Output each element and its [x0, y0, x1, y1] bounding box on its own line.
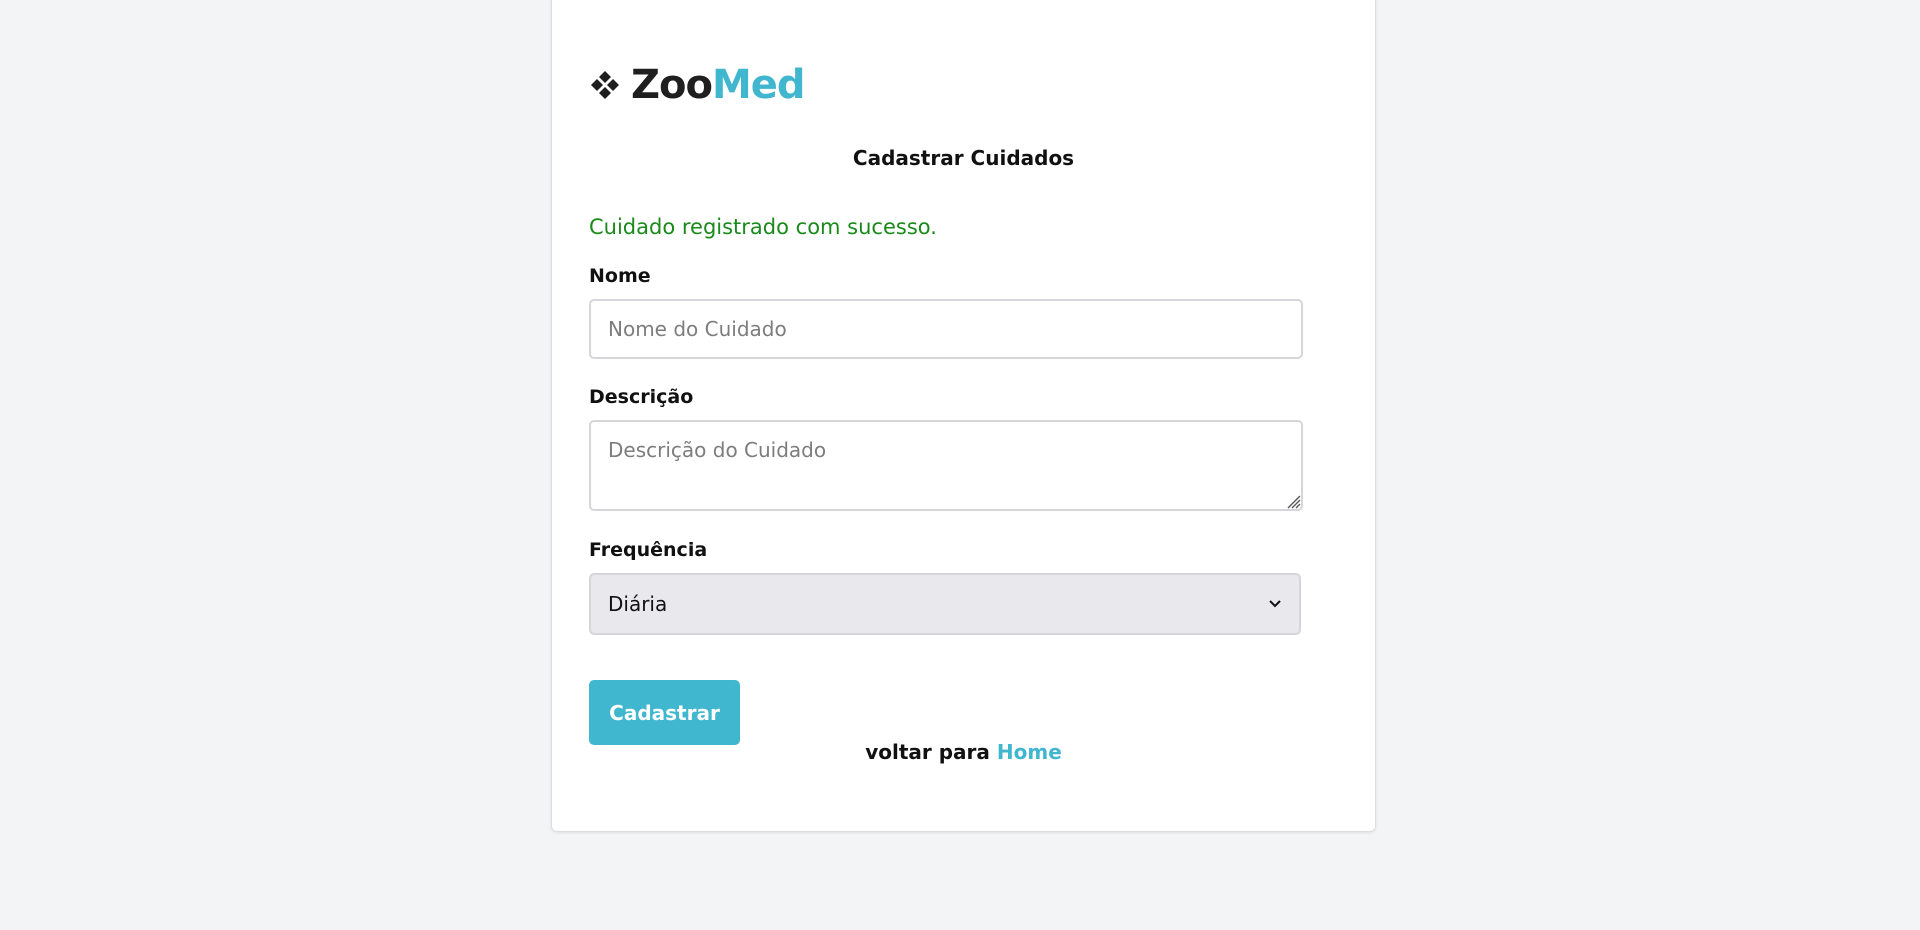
description-textarea[interactable] [589, 420, 1303, 511]
logo-text-zoo: Zoo [631, 62, 713, 108]
diamond-cluster-icon [591, 71, 619, 99]
home-link[interactable]: Home [997, 740, 1062, 764]
back-text: voltar para [865, 740, 990, 764]
frequency-label: Frequência [589, 539, 708, 561]
frequency-selected-value: Diária [608, 592, 668, 616]
register-card: ZooMed Cadastrar Cuidados Cuidado regist… [551, 0, 1376, 832]
resize-grip-icon[interactable] [1285, 493, 1301, 509]
back-link-row: voltar para Home [552, 740, 1375, 764]
logo-text: ZooMed [631, 62, 806, 108]
description-label: Descrição [589, 386, 694, 408]
logo-text-med: Med [711, 62, 806, 108]
submit-button[interactable]: Cadastrar [589, 680, 740, 745]
name-label: Nome [589, 265, 651, 287]
name-input[interactable] [589, 299, 1303, 359]
success-message: Cuidado registrado com sucesso. [589, 215, 937, 239]
logo: ZooMed [589, 62, 806, 108]
page-title: Cadastrar Cuidados [852, 146, 1075, 170]
frequency-select[interactable]: Diária [589, 573, 1301, 635]
chevron-down-icon [1269, 600, 1281, 608]
